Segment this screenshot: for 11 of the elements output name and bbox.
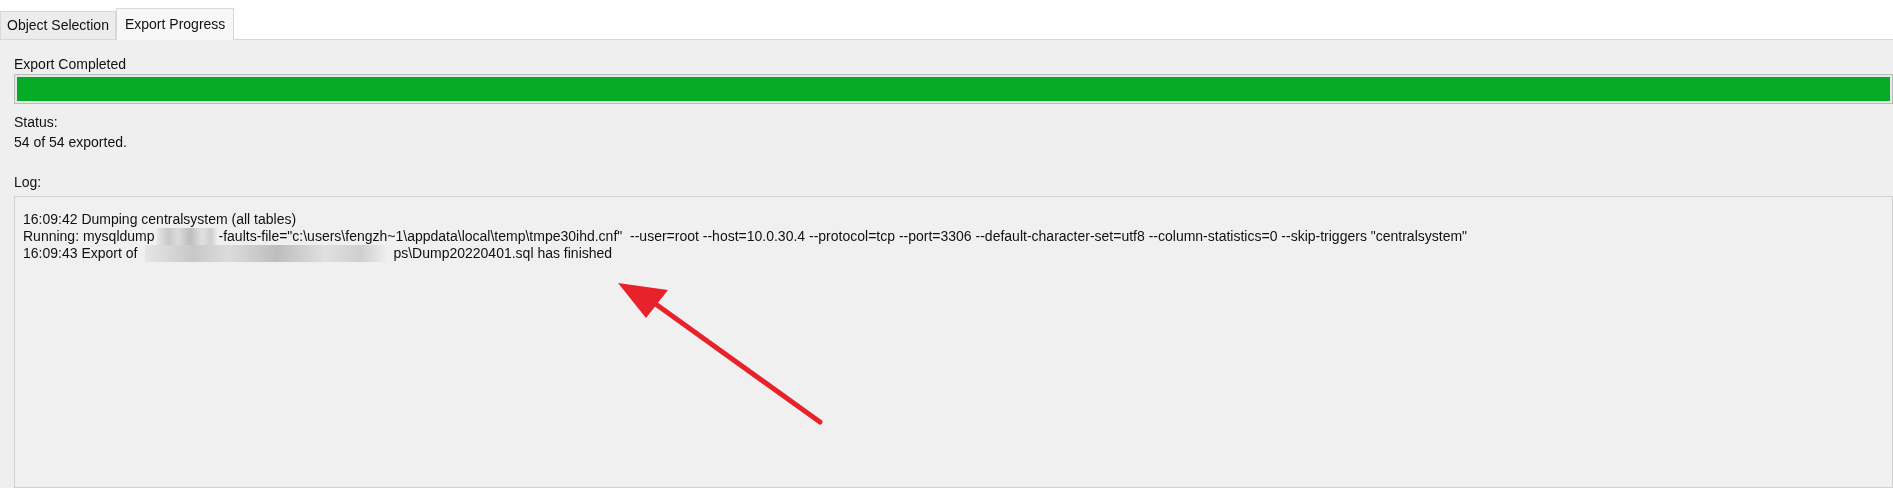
progress-label: Export Completed — [14, 55, 128, 74]
log-text: Running: mysqldump — [23, 228, 155, 245]
log-text: 16:09:42 Dumping centralsystem (all tables) — [23, 211, 297, 228]
tab[interactable]: Object Selection — [0, 11, 116, 39]
log-text: 16:09:43 Export of — [23, 245, 138, 262]
tab[interactable]: Export Progress — [115, 8, 235, 40]
status-label: Status: — [14, 113, 59, 132]
log-label: Log: — [14, 173, 43, 192]
log-text: -faults-file="c:\users\fengzh~1\appdata\local\temp\tmpe30ihd.cnf" --user=root --host=10.0.30.4 --protocol=tcp --port=3306 --default-character-set=utf8 --column-statistics=0 --skip-triggers "centralsystem" — [218, 228, 1468, 245]
status-value: 54 of 54 exported. — [14, 133, 128, 152]
log-text: ps\Dump20220401.sql has finished — [393, 245, 613, 262]
